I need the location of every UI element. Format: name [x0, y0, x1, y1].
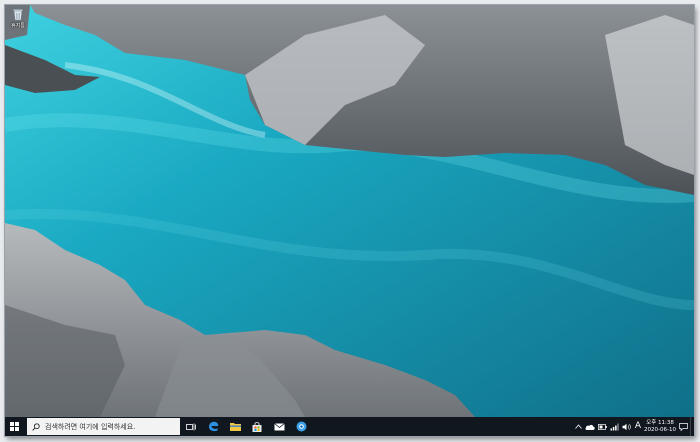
- taskbar-clock[interactable]: 오후 11:38 2020-06-10: [644, 417, 676, 436]
- taskbar-app-edge[interactable]: [202, 417, 224, 436]
- taskbar-search-box[interactable]: [27, 418, 180, 435]
- network-icon: [610, 423, 619, 430]
- taskbar-app-mail[interactable]: [268, 417, 290, 436]
- taskbar-app-file-explorer[interactable]: [224, 417, 246, 436]
- tray-network[interactable]: [608, 417, 620, 436]
- tray-onedrive[interactable]: [584, 417, 596, 436]
- desktop-icon-recycle-bin[interactable]: 휴지통: [7, 7, 29, 37]
- search-input[interactable]: [45, 422, 175, 431]
- taskbar-app-browser[interactable]: [290, 417, 312, 436]
- task-view-button[interactable]: [180, 417, 202, 436]
- edge-icon: [208, 421, 218, 432]
- tray-volume[interactable]: [620, 417, 632, 436]
- clock-date: 2020-06-10: [644, 426, 676, 433]
- search-icon: [32, 422, 40, 431]
- system-tray: A 오후 11:38 2020-06-10: [572, 417, 694, 436]
- tray-overflow-button[interactable]: [572, 417, 584, 436]
- show-desktop-button[interactable]: [690, 417, 694, 436]
- ime-indicator[interactable]: A: [632, 417, 644, 436]
- store-icon: [252, 421, 262, 432]
- chevron-up-icon: [574, 424, 582, 429]
- taskbar: A 오후 11:38 2020-06-10: [5, 417, 694, 436]
- desktop-wallpaper: [5, 5, 694, 417]
- browser-icon: [296, 421, 306, 432]
- taskbar-app-store[interactable]: [246, 417, 268, 436]
- clock-time: 오후 11:38: [646, 419, 674, 426]
- tray-battery[interactable]: [596, 417, 608, 436]
- screen-frame: 휴지통 검색하려면 여기에 입력하세요. A 오후 11:38 2020-06-…: [5, 5, 694, 436]
- file-explorer-icon: [229, 423, 241, 431]
- mail-icon: [273, 422, 285, 430]
- battery-icon: [597, 423, 607, 430]
- task-view-icon: [186, 423, 196, 430]
- windows-logo-icon: [10, 422, 19, 431]
- notification-icon: [678, 422, 688, 431]
- action-center-button[interactable]: [676, 417, 690, 436]
- start-button[interactable]: [5, 417, 24, 436]
- recycle-bin-icon: [13, 9, 23, 21]
- speaker-icon: [622, 423, 631, 430]
- desktop-icon-label: 휴지통: [11, 23, 25, 29]
- cloud-icon: [585, 424, 595, 430]
